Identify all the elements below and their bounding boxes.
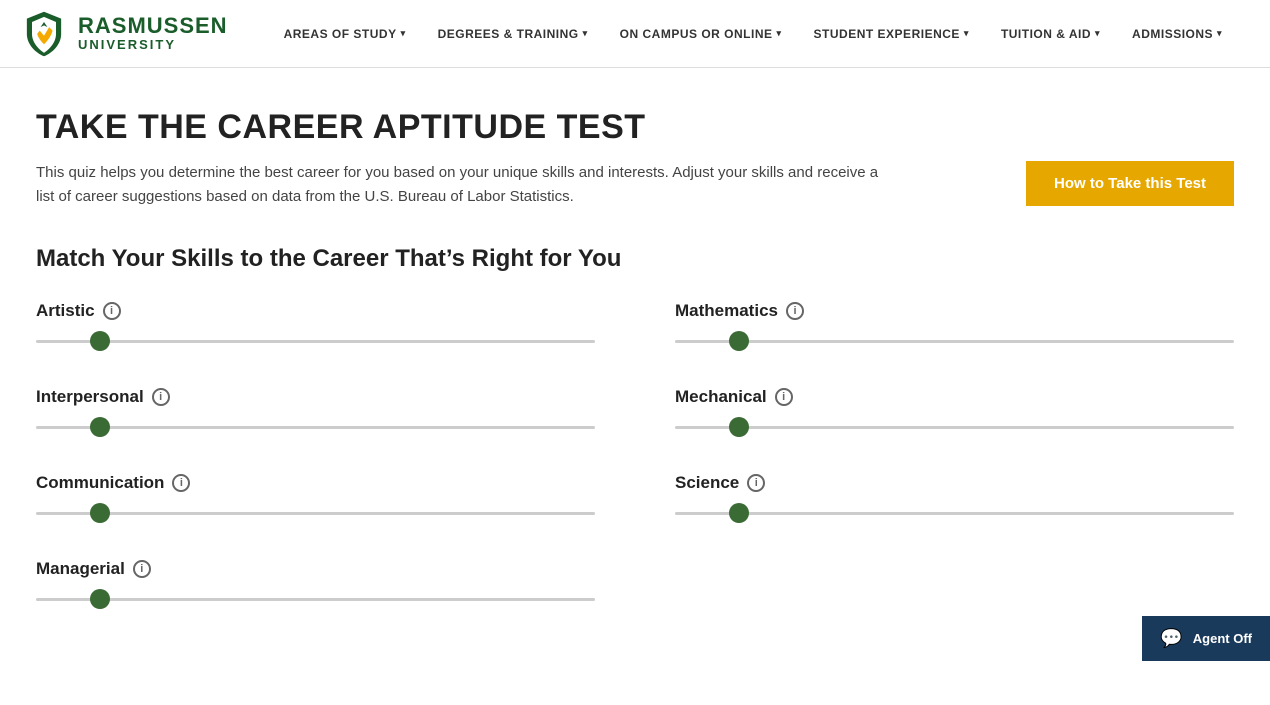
- skill-label-artistic: Artistic: [36, 301, 95, 321]
- skill-label-mechanical: Mechanical: [675, 387, 767, 407]
- caret-icon: ▾: [777, 28, 782, 39]
- caret-icon: ▾: [1217, 28, 1222, 39]
- slider-mathematics[interactable]: [675, 340, 1234, 343]
- info-icon-mathematics[interactable]: i: [786, 302, 804, 320]
- chat-icon: 💬: [1160, 628, 1182, 649]
- nav-areas-of-study[interactable]: AREAS OF STUDY ▾: [268, 0, 422, 68]
- info-icon-interpersonal[interactable]: i: [152, 388, 170, 406]
- slider-container-mechanical: [675, 417, 1234, 437]
- intro-text: This quiz helps you determine the best c…: [36, 161, 896, 209]
- info-icon-communication[interactable]: i: [172, 474, 190, 492]
- main-content: Take the CAREER APTITUDE TEST This quiz …: [0, 68, 1270, 705]
- caret-icon: ▾: [1095, 28, 1100, 39]
- skill-row-communication: Communication i: [36, 473, 595, 523]
- navbar: RASMUSSEN UNIVERSITY AREAS OF STUDY ▾ DE…: [0, 0, 1270, 68]
- info-icon-mechanical[interactable]: i: [775, 388, 793, 406]
- nav-student-experience[interactable]: STUDENT EXPERIENCE ▾: [798, 0, 985, 68]
- slider-artistic[interactable]: [36, 340, 595, 343]
- logo-icon: [20, 10, 68, 58]
- info-icon-artistic[interactable]: i: [103, 302, 121, 320]
- info-icon-science[interactable]: i: [747, 474, 765, 492]
- skill-row-managerial: Managerial i: [36, 559, 595, 609]
- skill-label-mathematics: Mathematics: [675, 301, 778, 321]
- skill-label-managerial: Managerial: [36, 559, 125, 579]
- slider-container-science: [675, 503, 1234, 523]
- slider-science[interactable]: [675, 512, 1234, 515]
- nav-on-campus-online[interactable]: ON CAMPUS OR ONLINE ▾: [604, 0, 798, 68]
- skill-label-interpersonal: Interpersonal: [36, 387, 144, 407]
- slider-managerial[interactable]: [36, 598, 595, 601]
- logo-link[interactable]: RASMUSSEN UNIVERSITY: [20, 10, 228, 58]
- logo-text: RASMUSSEN UNIVERSITY: [78, 14, 228, 52]
- nav-degrees-training[interactable]: DEGREES & TRAINING ▾: [422, 0, 604, 68]
- caret-icon: ▾: [964, 28, 969, 39]
- skill-row-science: Science i: [675, 473, 1234, 523]
- skill-row-mathematics: Mathematics i: [675, 301, 1234, 351]
- slider-container-mathematics: [675, 331, 1234, 351]
- slider-container-managerial: [36, 589, 595, 609]
- skill-label-science: Science: [675, 473, 739, 493]
- page-title: Take the CAREER APTITUDE TEST: [36, 108, 1234, 147]
- skill-label-communication: Communication: [36, 473, 164, 493]
- chat-widget[interactable]: 💬 Agent Off: [1142, 616, 1270, 661]
- chat-label: Agent Off: [1193, 631, 1252, 646]
- info-icon-managerial[interactable]: i: [133, 560, 151, 578]
- nav-admissions[interactable]: ADMISSIONS ▾: [1116, 0, 1238, 68]
- caret-icon: ▾: [401, 28, 406, 39]
- slider-container-artistic: [36, 331, 595, 351]
- intro-row: This quiz helps you determine the best c…: [36, 161, 1234, 209]
- nav-tuition-aid[interactable]: TUITION & AID ▾: [985, 0, 1116, 68]
- right-skills-column: Mathematics i Mechanical i: [675, 301, 1234, 645]
- sliders-grid: Artistic i Interpersonal i: [36, 301, 1234, 645]
- how-to-button[interactable]: How to Take this Test: [1026, 161, 1234, 206]
- slider-communication[interactable]: [36, 512, 595, 515]
- left-skills-column: Artistic i Interpersonal i: [36, 301, 595, 645]
- skill-row-artistic: Artistic i: [36, 301, 595, 351]
- slider-container-interpersonal: [36, 417, 595, 437]
- nav-links: AREAS OF STUDY ▾ DEGREES & TRAINING ▾ ON…: [268, 0, 1250, 68]
- skill-row-interpersonal: Interpersonal i: [36, 387, 595, 437]
- slider-interpersonal[interactable]: [36, 426, 595, 429]
- slider-container-communication: [36, 503, 595, 523]
- caret-icon: ▾: [583, 28, 588, 39]
- slider-mechanical[interactable]: [675, 426, 1234, 429]
- skill-row-mechanical: Mechanical i: [675, 387, 1234, 437]
- section-heading: Match Your Skills to the Career That’s R…: [36, 245, 1234, 273]
